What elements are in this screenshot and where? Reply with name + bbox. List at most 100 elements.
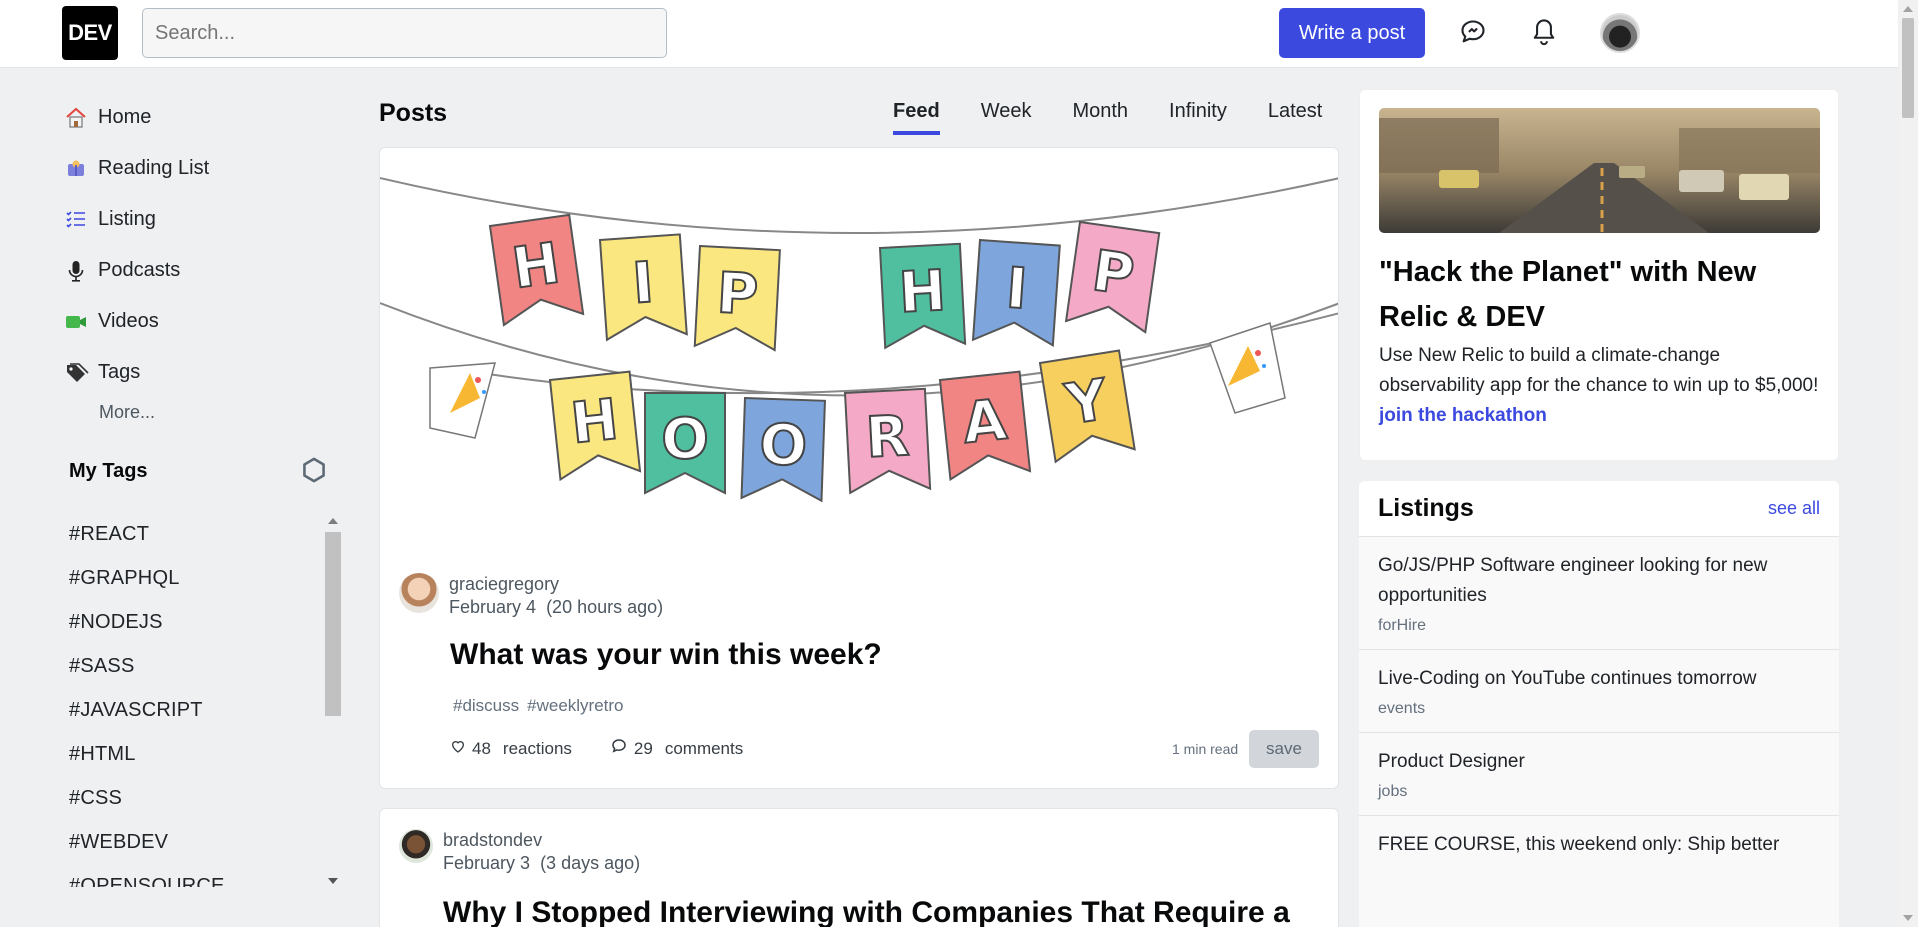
comments-link[interactable]: 29 comments [610, 737, 743, 760]
tab-month[interactable]: Month [1072, 100, 1128, 135]
promo-title[interactable]: "Hack the Planet" with New Relic & DEV [1379, 250, 1819, 340]
scroll-down-arrow-icon[interactable] [1903, 915, 1913, 921]
sidebar-item-listing[interactable]: Listing [64, 194, 344, 245]
post-tag[interactable]: #discuss [453, 696, 519, 716]
dev-logo[interactable]: DEV [62, 6, 118, 60]
reading-list-icon [64, 157, 98, 181]
tab-latest[interactable]: Latest [1268, 100, 1322, 135]
bell-icon[interactable] [1527, 14, 1561, 50]
tag-item-react[interactable]: #REACT [69, 512, 324, 556]
home-icon [64, 106, 98, 130]
post-relative-time: (3 days ago) [540, 853, 641, 873]
reactions-link[interactable]: 48 reactions [450, 738, 572, 759]
post-title[interactable]: Why I Stopped Interviewing with Companie… [443, 896, 1290, 927]
post-cover-image[interactable]: HIPHIP HOORAY [380, 148, 1339, 548]
post-title[interactable]: What was your win this week? [450, 638, 882, 672]
post-card[interactable]: HIPHIP HOORAY graciegregory February 4 (… [379, 147, 1339, 789]
sidebar-item-podcasts[interactable]: Podcasts [64, 245, 344, 296]
listing-category: events [1378, 700, 1426, 717]
promo-image[interactable] [1379, 108, 1820, 233]
listing-title: Live-Coding on YouTube continues tomorro… [1378, 668, 1757, 689]
listing-item[interactable]: Go/JS/PHP Software engineer looking for … [1359, 537, 1839, 650]
sidebar-item-label: Home [98, 106, 152, 128]
banner-letter: O [661, 407, 709, 472]
banner-flag: R [843, 387, 932, 495]
banner-flags-top: HIPHIP [488, 213, 1161, 352]
sidebar-item-home[interactable]: Home [64, 92, 344, 143]
scroll-up-arrow-icon[interactable] [1903, 6, 1913, 12]
save-button[interactable]: save [1249, 730, 1319, 768]
my-tags-heading: My Tags [69, 460, 148, 482]
banner-flag: O [644, 392, 726, 495]
banner-flag: P [693, 244, 781, 352]
banner-letter: A [960, 387, 1011, 456]
banner-flag: A [938, 370, 1032, 482]
tags-scrollbar[interactable] [324, 516, 342, 888]
tag-item-css[interactable]: #CSS [69, 776, 324, 820]
sidebar-item-label: Listing [98, 208, 156, 230]
hexagon-settings-icon[interactable] [300, 456, 328, 489]
listing-icon [64, 208, 98, 232]
post-date: February 3 (3 days ago) [443, 852, 640, 875]
tag-item-html[interactable]: #HTML [69, 732, 324, 776]
tag-item-sass[interactable]: #SASS [69, 644, 324, 688]
author-name[interactable]: graciegregory [449, 573, 663, 596]
microphone-icon [64, 259, 98, 283]
user-avatar[interactable] [1600, 13, 1640, 53]
listing-title: FREE COURSE, this weekend only: Ship bet… [1378, 834, 1780, 855]
banner-letter: H [897, 259, 947, 326]
scroll-thumb[interactable] [325, 532, 341, 716]
scroll-thumb[interactable] [1902, 18, 1914, 118]
sidebar-item-tags[interactable]: Tags [64, 347, 344, 398]
post-card[interactable]: bradstondev February 3 (3 days ago) Why … [379, 808, 1339, 927]
post-relative-time: (20 hours ago) [546, 597, 664, 617]
chat-icon[interactable] [1456, 14, 1490, 50]
join-hackathon-link[interactable]: join the hackathon [1379, 405, 1547, 426]
my-tags-list: #REACT #GRAPHQL #NODEJS #SASS #JAVASCRIP… [69, 512, 324, 888]
tab-week[interactable]: Week [981, 100, 1032, 135]
listing-item[interactable]: Live-Coding on YouTube continues tomorro… [1359, 650, 1839, 733]
tab-feed[interactable]: Feed [893, 100, 940, 135]
tab-infinity[interactable]: Infinity [1169, 100, 1227, 135]
banner-string-top-right [380, 302, 1338, 397]
banner-flag: H [488, 213, 585, 327]
top-navbar: DEV Write a post [0, 0, 1898, 68]
listings-widget: Listings see all Go/JS/PHP Software engi… [1359, 481, 1839, 927]
promo-text: Use New Relic to build a climate-change … [1379, 341, 1824, 431]
sidebar-item-reading-list[interactable]: Reading List [64, 143, 344, 194]
see-all-link[interactable]: see all [1768, 498, 1820, 519]
banner-flag: P [1064, 220, 1161, 334]
comment-bubble-icon [610, 737, 628, 760]
post-footer: 48 reactions 29 comments [450, 737, 781, 760]
tags-icon [64, 361, 98, 385]
search-input[interactable] [142, 8, 667, 58]
banner-letter: O [758, 413, 808, 480]
comments-count: 29 [633, 738, 653, 758]
author-avatar[interactable] [399, 829, 433, 863]
post-date: February 4 (20 hours ago) [449, 596, 663, 619]
comments-label: comments [664, 738, 744, 758]
author-name[interactable]: bradstondev [443, 829, 640, 852]
post-date-value: February 3 [443, 853, 531, 873]
page-scrollbar[interactable] [1898, 0, 1918, 927]
tag-item-graphql[interactable]: #GRAPHQL [69, 556, 324, 600]
tag-item-webdev[interactable]: #WEBDEV [69, 820, 324, 864]
sidebar-more-link[interactable]: More... [99, 402, 155, 423]
author-avatar[interactable] [399, 573, 439, 613]
listing-item[interactable]: FREE COURSE, this weekend only: Ship bet… [1359, 816, 1839, 874]
tag-item-javascript[interactable]: #JAVASCRIPT [69, 688, 324, 732]
listing-title: Go/JS/PHP Software engineer looking for … [1378, 555, 1768, 606]
scroll-up-arrow-icon[interactable] [328, 518, 338, 524]
video-camera-icon [64, 310, 98, 334]
tag-item-opensource[interactable]: #OPENSOURCE [69, 864, 324, 888]
tag-item-nodejs[interactable]: #NODEJS [69, 600, 324, 644]
sidebar-item-videos[interactable]: Videos [64, 296, 344, 347]
scroll-down-arrow-icon[interactable] [328, 878, 338, 884]
write-post-button[interactable]: Write a post [1279, 8, 1425, 58]
banner-flag: O [740, 396, 826, 503]
banner-flag: H [878, 242, 967, 350]
listings-title: Listings [1378, 494, 1474, 522]
banner-letter: P [715, 261, 759, 328]
post-tag[interactable]: #weeklyretro [527, 696, 623, 716]
listing-item[interactable]: Product Designer jobs [1359, 733, 1839, 816]
